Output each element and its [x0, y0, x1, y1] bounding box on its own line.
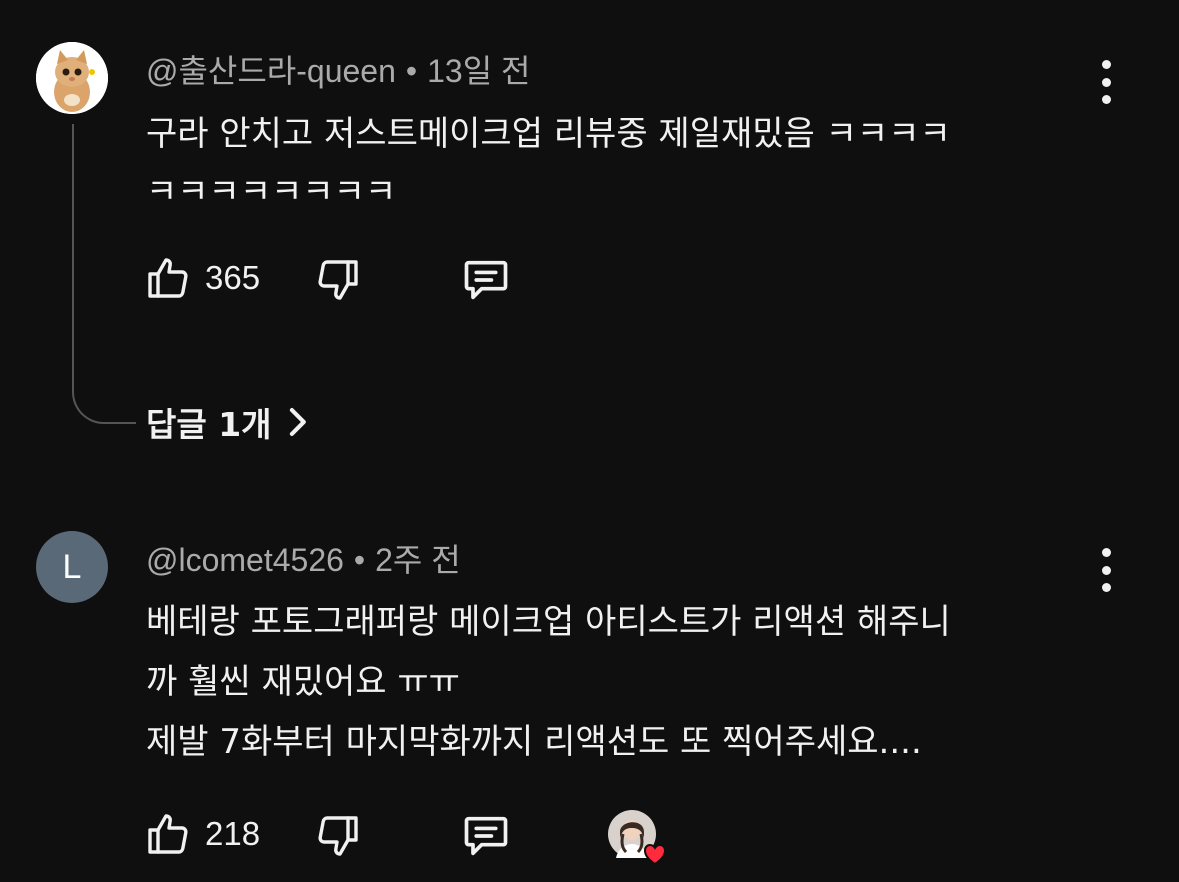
comment-age[interactable]: 13일 전 [427, 53, 530, 89]
more-options-button[interactable] [1096, 548, 1116, 592]
kebab-menu-icon [1101, 548, 1111, 557]
comment-icon [464, 816, 508, 856]
thumbs-down-icon [318, 260, 358, 300]
cat-avatar-image [36, 42, 108, 114]
avatar-letter: L [62, 547, 82, 586]
dislike-button[interactable] [314, 812, 362, 864]
creator-avatar-heart [608, 810, 666, 866]
avatar[interactable]: L [36, 531, 108, 603]
comment-text-line: 제발 7화부터 마지막화까지 리액션도 또 찍어주세요.... [146, 722, 922, 762]
chevron-right-icon [289, 408, 306, 436]
thread-connector-line [72, 124, 136, 424]
comment-meta: @lcomet4526 • 2주 전 [146, 535, 461, 581]
reply-button[interactable] [460, 810, 512, 866]
like-button[interactable] [144, 810, 192, 862]
dislike-button[interactable] [314, 256, 362, 308]
comment-icon [464, 260, 508, 300]
comment-text-line: 베테랑 포토그래퍼랑 메이크업 아티스트가 리액션 해주니 [146, 602, 951, 642]
comment-meta: @출산드라-queen • 13일 전 [146, 46, 530, 92]
more-options-button[interactable] [1096, 60, 1116, 104]
comment-age[interactable]: 2주 전 [375, 542, 461, 578]
thumbs-down-icon [318, 816, 358, 856]
avatar[interactable] [36, 42, 108, 114]
kebab-menu-icon [1101, 60, 1111, 69]
comment-text-line: ㅋㅋㅋㅋㅋㅋㅋㅋ [146, 172, 397, 212]
like-count: 365 [205, 259, 261, 296]
comment-author[interactable]: @lcomet4526 [146, 542, 344, 578]
like-count: 218 [205, 815, 261, 852]
reply-button[interactable] [460, 254, 512, 310]
replies-label: 답글 1개 [146, 405, 272, 444]
like-button[interactable] [144, 254, 192, 306]
view-replies-button[interactable]: 답글 1개 [146, 398, 310, 446]
creator-heart-badge[interactable] [608, 810, 670, 870]
heart-icon [644, 843, 666, 866]
comment-text-line: 구라 안치고 저스트메이크업 리뷰중 제일재밌음 ㅋㅋㅋㅋ [146, 114, 951, 154]
thumbs-up-icon [148, 258, 188, 298]
meta-separator: • [405, 53, 418, 89]
comment-text-line: 까 훨씬 재밌어요 ㅠㅠ [146, 662, 460, 702]
thumbs-up-icon [148, 814, 188, 854]
comment-author[interactable]: @출산드라-queen [146, 53, 396, 89]
meta-separator: • [353, 542, 366, 578]
